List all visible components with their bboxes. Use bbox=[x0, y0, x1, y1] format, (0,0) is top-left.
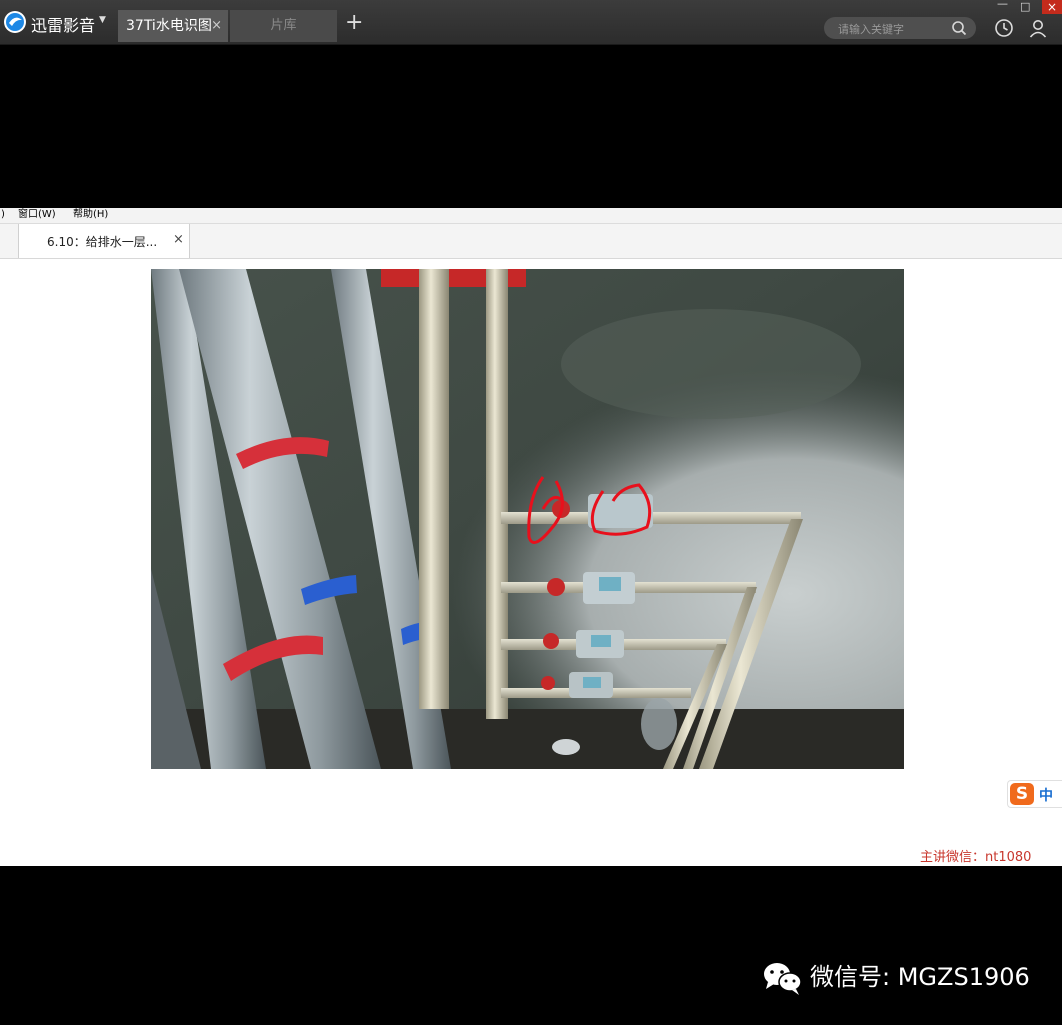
search-placeholder: 请输入关键字 bbox=[838, 23, 904, 36]
search-icon[interactable] bbox=[951, 20, 967, 36]
tab-now-playing-label: 37Ti水电识图 bbox=[126, 18, 212, 34]
watermark-text: 微信号: MGZS1906 bbox=[810, 963, 1030, 991]
menu-item-partial[interactable]: ) bbox=[1, 208, 5, 221]
history-icon[interactable] bbox=[994, 18, 1014, 38]
user-icon[interactable] bbox=[1028, 18, 1048, 38]
close-icon[interactable]: × bbox=[1042, 0, 1062, 14]
menu-bar: ) 窗口(W) 帮助(H) bbox=[0, 208, 1062, 224]
maximize-icon[interactable]: □ bbox=[1020, 0, 1030, 13]
sogou-ime-icon[interactable]: S bbox=[1010, 783, 1034, 805]
tab-now-playing[interactable]: 37Ti水电识图 × bbox=[118, 10, 228, 42]
embedded-app-frame: ) 窗口(W) 帮助(H) 6.10：给排水一层... × S 中 主讲微信：n… bbox=[0, 208, 1062, 866]
menu-item-help[interactable]: 帮助(H) bbox=[73, 208, 108, 221]
player-brand[interactable]: 迅雷影音 bbox=[31, 12, 95, 36]
tab-document[interactable]: 6.10：给排水一层... × bbox=[19, 224, 190, 258]
tab-document-label: 6.10：给排水一层... bbox=[47, 235, 158, 249]
wechat-icon bbox=[764, 963, 802, 995]
menu-item-window[interactable]: 窗口(W) bbox=[18, 208, 56, 221]
player-titlebar: 迅雷影音 ▼ 37Ti水电识图 × 片库 + 请输入关键字 — □ × bbox=[0, 0, 1062, 45]
ime-mode-indicator[interactable]: 中 bbox=[1039, 785, 1053, 805]
player-logo-icon[interactable] bbox=[3, 10, 27, 34]
ime-toolbar[interactable]: S 中 bbox=[1007, 780, 1062, 808]
pipe-meter-photo bbox=[151, 269, 904, 769]
search-box[interactable]: 请输入关键字 bbox=[824, 17, 976, 39]
close-tab-icon[interactable]: × bbox=[211, 10, 222, 42]
lecturer-contact-note: 主讲微信：nt1080 bbox=[920, 850, 1032, 865]
close-document-icon[interactable]: × bbox=[173, 232, 184, 247]
brand-dropdown-icon[interactable]: ▼ bbox=[99, 15, 106, 25]
document-tab-strip: 6.10：给排水一层... × bbox=[0, 224, 1062, 259]
tab-strip-edge bbox=[0, 224, 19, 258]
tab-library[interactable]: 片库 bbox=[230, 10, 337, 42]
minimize-icon[interactable]: — bbox=[997, 0, 1008, 10]
add-tab-button[interactable]: + bbox=[345, 12, 363, 34]
